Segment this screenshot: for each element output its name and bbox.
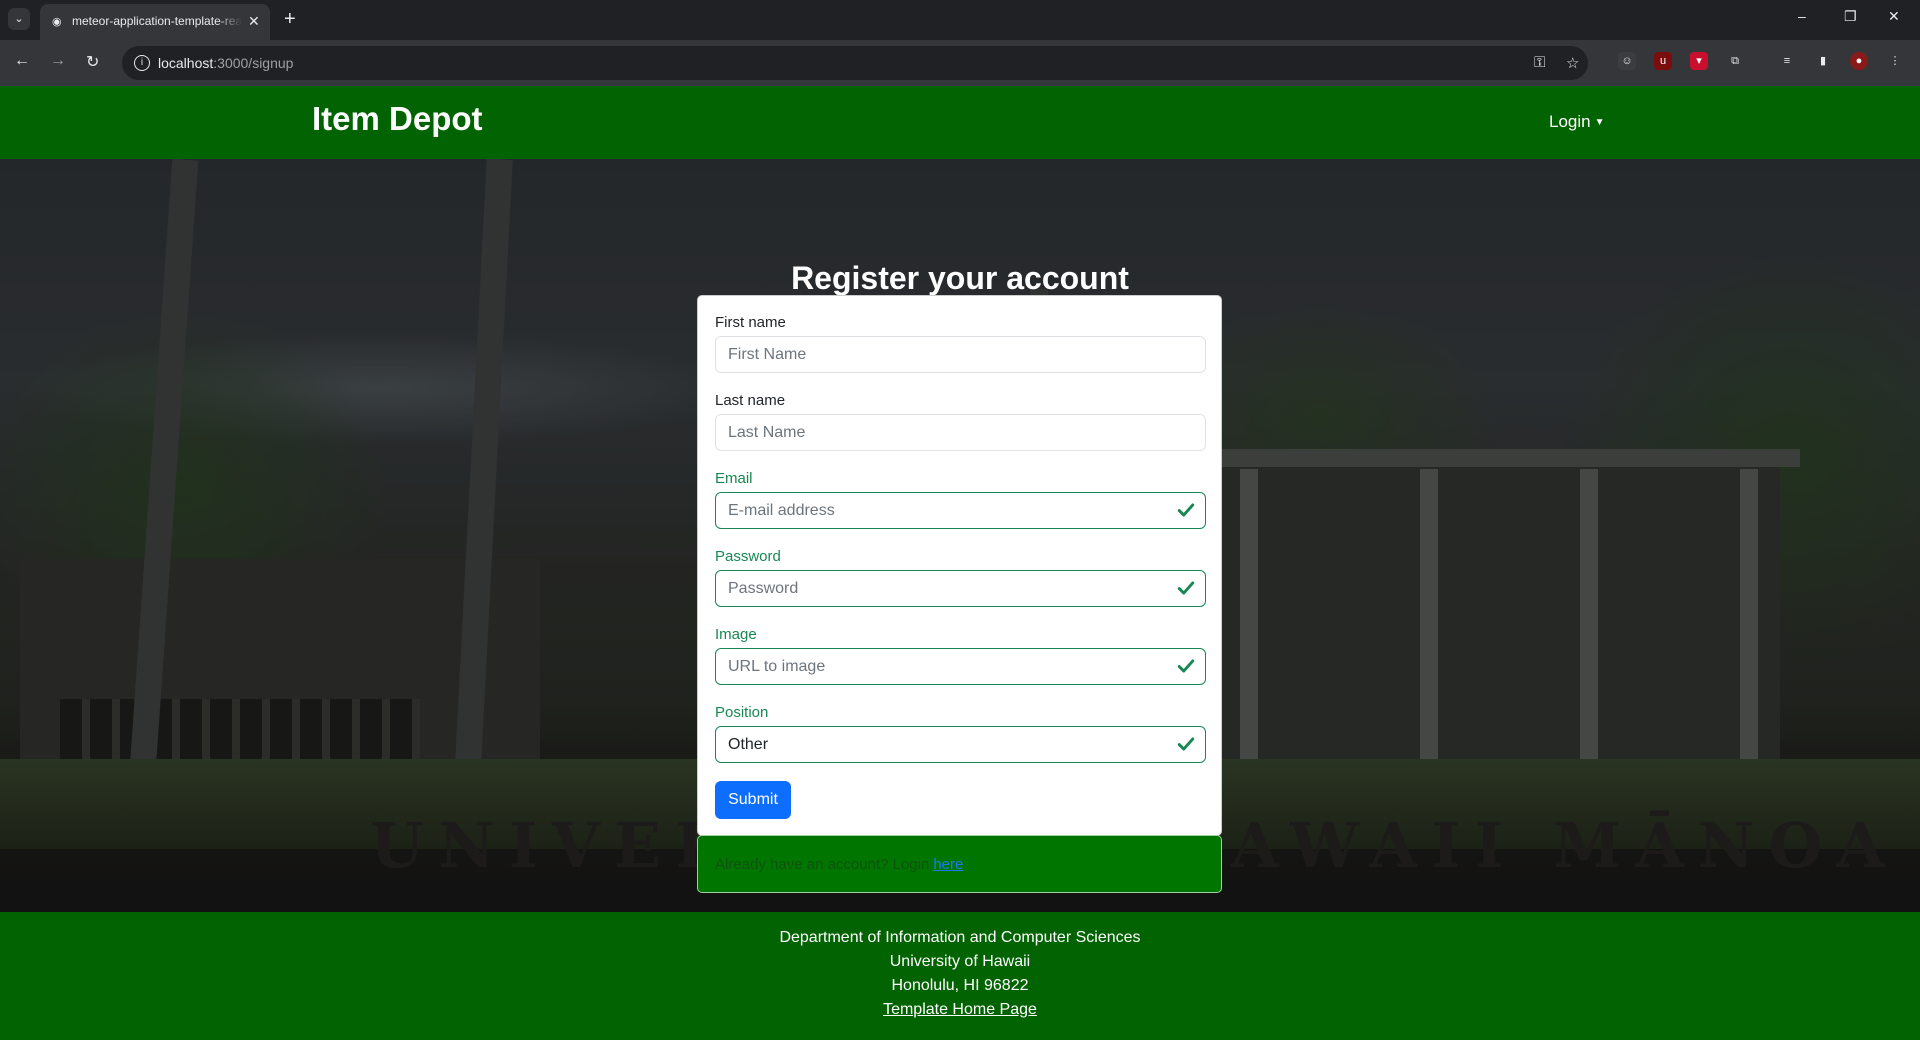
- footer-link-row: Template Home Page: [0, 1001, 1920, 1019]
- form-title: Register your account: [791, 260, 1129, 296]
- position-input-text: Other: [728, 736, 769, 753]
- navbar: Item Depot Login ▼: [0, 86, 1920, 159]
- image-input[interactable]: URL to image: [715, 648, 1206, 685]
- image-input-text: URL to image: [728, 658, 826, 675]
- login-here-link[interactable]: here: [933, 856, 963, 873]
- email-input-text: E-mail address: [728, 502, 835, 519]
- extensions-icon[interactable]: ⧉: [1726, 52, 1744, 70]
- browser-tab[interactable]: ◉ meteor-application-template-react ✕: [40, 4, 270, 40]
- first-name-input-text: First Name: [728, 346, 807, 363]
- last-name-input-text: Last Name: [728, 424, 806, 441]
- position-input[interactable]: Other: [715, 726, 1206, 763]
- first-name-label: First name: [715, 314, 786, 331]
- url-host: localhost: [158, 55, 214, 71]
- tab-list-icon[interactable]: ⌄: [8, 8, 30, 30]
- last-name-label: Last name: [715, 392, 786, 409]
- reddit-extension-icon[interactable]: ☺: [1618, 52, 1636, 70]
- hero-background: UNIVERSITY OF HAWAII MĀNOA Register your…: [0, 159, 1920, 912]
- email-input[interactable]: E-mail address: [715, 492, 1206, 529]
- login-label: Login: [1549, 112, 1591, 131]
- footer-department: Department of Information and Computer S…: [779, 929, 1141, 946]
- back-icon[interactable]: ←: [14, 52, 30, 70]
- valid-check-icon: [1177, 737, 1195, 751]
- login-dropdown[interactable]: Login ▼: [1549, 112, 1605, 132]
- minimize-icon[interactable]: –: [1798, 8, 1806, 24]
- email-label: Email: [715, 470, 753, 487]
- site-info-icon[interactable]: i: [134, 55, 150, 71]
- media-icon[interactable]: ≡: [1778, 52, 1796, 70]
- register-card: First name First Name Last name Last Name Em…: [697, 295, 1222, 836]
- last-name-input[interactable]: Last Name: [715, 414, 1206, 451]
- ublock-extension-icon[interactable]: u: [1654, 52, 1672, 70]
- password-input[interactable]: Password: [715, 570, 1206, 607]
- profile-avatar-icon[interactable]: ●: [1850, 52, 1868, 70]
- password-label: Password: [715, 548, 781, 565]
- new-tab-icon[interactable]: +: [284, 8, 296, 30]
- browser-tab-bar: ⌄ ◉ meteor-application-template-react ✕ …: [0, 0, 1920, 40]
- reload-icon[interactable]: ↻: [86, 52, 99, 72]
- menu-icon[interactable]: ⋮: [1886, 52, 1904, 70]
- image-label: Image: [715, 626, 757, 643]
- bookmark-star-icon[interactable]: ☆: [1566, 54, 1579, 72]
- close-window-icon[interactable]: ✕: [1888, 8, 1900, 25]
- tab-title: meteor-application-template-react: [72, 14, 242, 28]
- valid-check-icon: [1177, 659, 1195, 673]
- submit-button[interactable]: Submit: [715, 781, 791, 819]
- side-panel-icon[interactable]: ▮: [1814, 52, 1832, 70]
- first-name-input[interactable]: First Name: [715, 336, 1206, 373]
- valid-check-icon: [1177, 581, 1195, 595]
- caret-down-icon: ▼: [1594, 117, 1605, 128]
- tab-close-icon[interactable]: ✕: [248, 13, 260, 30]
- footer: Department of Information and Computer S…: [0, 912, 1920, 1040]
- login-alert: Already have an account? Login here: [697, 835, 1222, 893]
- footer-university: University of Hawaii: [889, 953, 1031, 970]
- position-label: Position: [715, 704, 769, 721]
- url-text: localhost:3000/signup: [158, 55, 293, 71]
- template-home-link[interactable]: Template Home Page: [883, 1001, 1037, 1018]
- tab-favicon: ◉: [52, 16, 62, 28]
- alert-text: Already have an account? Login: [715, 856, 930, 873]
- valid-check-icon: [1177, 503, 1195, 517]
- page: Item Depot Login▼ UNIVERSITY OF HAWAII M…: [0, 86, 1920, 1040]
- url-path: :3000/signup: [213, 55, 294, 71]
- forward-icon[interactable]: →: [50, 52, 66, 70]
- password-key-icon[interactable]: ⚿: [1534, 54, 1545, 71]
- address-bar[interactable]: i localhost:3000/signup ⚿ ☆: [122, 46, 1588, 80]
- restore-icon[interactable]: ❐: [1844, 8, 1857, 25]
- password-input-text: Password: [728, 580, 799, 597]
- pocket-extension-icon[interactable]: ▾: [1690, 52, 1708, 70]
- brand-link[interactable]: Item Depot: [312, 100, 483, 138]
- footer-address: Honolulu, HI 96822: [891, 977, 1029, 994]
- browser-toolbar: ← → ↻ i localhost:3000/signup ⚿ ☆ ☺ u ▾ …: [0, 40, 1920, 86]
- alert-message: Already have an account? Login here: [715, 856, 963, 873]
